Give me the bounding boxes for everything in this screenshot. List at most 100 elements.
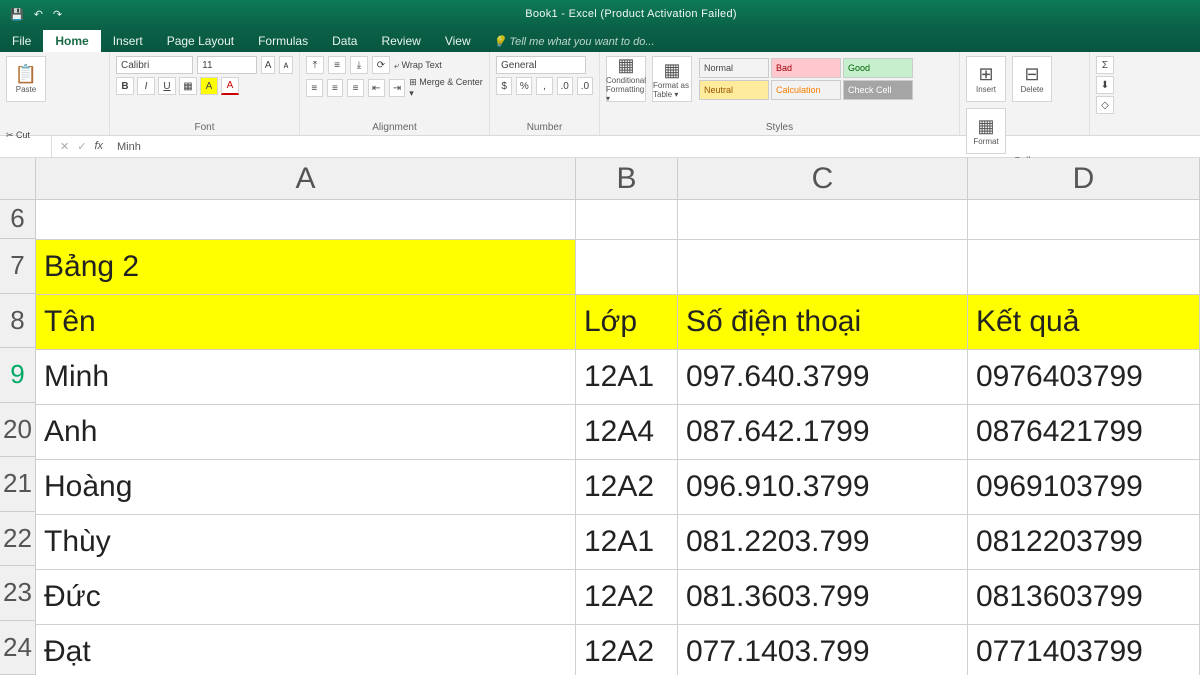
cell-b20[interactable]: 12A4 (576, 405, 678, 460)
align-middle-icon[interactable]: ≡ (328, 56, 346, 74)
row-header-22[interactable]: 22 (0, 512, 36, 566)
fx-icon[interactable]: fx (94, 140, 103, 153)
indent-dec-icon[interactable]: ⇤ (368, 79, 385, 97)
style-calculation[interactable]: Calculation (771, 80, 841, 100)
cell-d20[interactable]: 0876421799 (968, 405, 1200, 460)
enter-formula-icon[interactable]: ✓ (77, 140, 86, 153)
tell-me-search[interactable]: Tell me what you want to do... (483, 31, 665, 52)
cell-b23[interactable]: 12A2 (576, 570, 678, 625)
insert-cells-button[interactable]: ⊞Insert (966, 56, 1006, 102)
cell-c24[interactable]: 077.1403.799 (678, 625, 968, 675)
formula-input[interactable]: Minh (111, 141, 141, 153)
row-header-7[interactable]: 7 (0, 239, 36, 293)
worksheet-grid[interactable]: 6 7 8 9 20 21 22 23 24 A B C D Bảng 2 (0, 158, 1200, 675)
style-good[interactable]: Good (843, 58, 913, 78)
style-neutral[interactable]: Neutral (699, 80, 769, 100)
cell-a8[interactable]: Tên (36, 295, 576, 350)
style-normal[interactable]: Normal (699, 58, 769, 78)
cell-a24[interactable]: Đạt (36, 625, 576, 675)
cell-b7[interactable] (576, 240, 678, 295)
cell-d23[interactable]: 0813603799 (968, 570, 1200, 625)
tab-file[interactable]: File (0, 30, 43, 52)
cell-b9[interactable]: 12A1 (576, 350, 678, 405)
increase-font-icon[interactable]: A (261, 56, 275, 74)
cell-c22[interactable]: 081.2203.799 (678, 515, 968, 570)
delete-cells-button[interactable]: ⊟Delete (1012, 56, 1052, 102)
cell-d9[interactable]: 0976403799 (968, 350, 1200, 405)
fill-color-button[interactable]: A (200, 77, 218, 95)
font-family-select[interactable]: Calibri (116, 56, 193, 74)
redo-icon[interactable]: ↷ (53, 8, 62, 21)
cell-b21[interactable]: 12A2 (576, 460, 678, 515)
decrease-font-icon[interactable]: ᴀ (279, 56, 293, 74)
align-center-icon[interactable]: ≡ (327, 79, 344, 97)
tab-insert[interactable]: Insert (101, 30, 155, 52)
cell-c21[interactable]: 096.910.3799 (678, 460, 968, 515)
cell-d22[interactable]: 0812203799 (968, 515, 1200, 570)
tab-home[interactable]: Home (43, 30, 100, 52)
col-header-c[interactable]: C (678, 158, 968, 200)
cell-a20[interactable]: Anh (36, 405, 576, 460)
conditional-formatting-button[interactable]: ▦Conditional Formatting ▾ (606, 56, 646, 102)
cell-d24[interactable]: 0771403799 (968, 625, 1200, 675)
cell-b24[interactable]: 12A2 (576, 625, 678, 675)
currency-icon[interactable]: $ (496, 77, 512, 95)
comma-icon[interactable]: , (536, 77, 552, 95)
cell-c8[interactable]: Số điện thoại (678, 295, 968, 350)
cell-a9[interactable]: Minh (36, 350, 576, 405)
autosum-icon[interactable]: Σ (1096, 56, 1114, 74)
cell-d6[interactable] (968, 200, 1200, 240)
font-size-select[interactable]: 11 (197, 56, 257, 74)
style-bad[interactable]: Bad (771, 58, 841, 78)
clear-icon[interactable]: ◇ (1096, 96, 1114, 114)
select-all-corner[interactable] (0, 158, 36, 200)
cell-a22[interactable]: Thùy (36, 515, 576, 570)
cell-c6[interactable] (678, 200, 968, 240)
format-cells-button[interactable]: ▦Format (966, 108, 1006, 154)
cell-d21[interactable]: 0969103799 (968, 460, 1200, 515)
cell-b8[interactable]: Lớp (576, 295, 678, 350)
increase-decimal-icon[interactable]: .0 (557, 77, 573, 95)
merge-center-button[interactable]: ⊞ Merge & Center ▾ (409, 77, 483, 99)
cell-a6[interactable] (36, 200, 576, 240)
align-top-icon[interactable]: ⤒ (306, 56, 324, 74)
cell-c20[interactable]: 087.642.1799 (678, 405, 968, 460)
paste-button[interactable]: 📋Paste (6, 56, 46, 102)
bold-button[interactable]: B (116, 77, 134, 95)
tab-data[interactable]: Data (320, 30, 369, 52)
fill-icon[interactable]: ⬇ (1096, 76, 1114, 94)
border-button[interactable]: ▦ (179, 77, 197, 95)
tab-review[interactable]: Review (369, 30, 432, 52)
row-header-24[interactable]: 24 (0, 621, 36, 675)
orientation-icon[interactable]: ⟳ (372, 56, 390, 74)
format-as-table-button[interactable]: ▦Format as Table ▾ (652, 56, 692, 102)
number-format-select[interactable]: General (496, 56, 586, 74)
cell-a7[interactable]: Bảng 2 (36, 240, 576, 295)
cell-d8[interactable]: Kết quả (968, 295, 1200, 350)
tab-view[interactable]: View (433, 30, 483, 52)
cell-a21[interactable]: Hoàng (36, 460, 576, 515)
name-box[interactable] (0, 136, 52, 157)
cell-c7[interactable] (678, 240, 968, 295)
undo-icon[interactable]: ↶ (34, 8, 43, 21)
cell-styles-gallery[interactable]: Normal Bad Good Neutral Calculation Chec… (698, 57, 928, 101)
underline-button[interactable]: U (158, 77, 176, 95)
align-right-icon[interactable]: ≡ (347, 79, 364, 97)
row-header-20[interactable]: 20 (0, 403, 36, 457)
wrap-text-button[interactable]: ⤶ Wrap Text (394, 60, 442, 71)
cell-b6[interactable] (576, 200, 678, 240)
percent-icon[interactable]: % (516, 77, 532, 95)
cancel-formula-icon[interactable]: ✕ (60, 140, 69, 153)
indent-inc-icon[interactable]: ⇥ (389, 79, 406, 97)
tab-formulas[interactable]: Formulas (246, 30, 320, 52)
cell-c23[interactable]: 081.3603.799 (678, 570, 968, 625)
row-header-8[interactable]: 8 (0, 294, 36, 348)
col-header-a[interactable]: A (36, 158, 576, 200)
col-header-d[interactable]: D (968, 158, 1200, 200)
font-color-button[interactable]: A (221, 77, 239, 95)
tab-page-layout[interactable]: Page Layout (155, 30, 246, 52)
col-header-b[interactable]: B (576, 158, 678, 200)
cell-c9[interactable]: 097.640.3799 (678, 350, 968, 405)
decrease-decimal-icon[interactable]: .0 (577, 77, 593, 95)
cell-d7[interactable] (968, 240, 1200, 295)
